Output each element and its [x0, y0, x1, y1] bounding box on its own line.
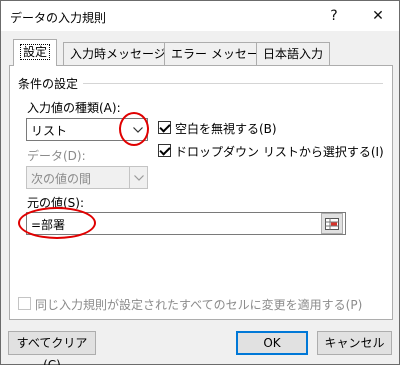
chevron-down-icon[interactable]: [129, 119, 147, 140]
criteria-group-label: 条件の設定: [18, 77, 79, 91]
data-dropdown[interactable]: 次の値の間: [26, 166, 148, 189]
data-value: 次の値の間: [31, 172, 92, 186]
ignore-blank-label: 空白を無視する(B): [175, 122, 277, 136]
tab-settings-label: 設定: [20, 44, 51, 60]
close-icon: ✕: [372, 8, 384, 24]
source-label: 元の値(S):: [27, 196, 85, 210]
title-bar[interactable]: データの入力規則 ? ✕: [1, 1, 399, 31]
tab-input-message[interactable]: 入力時メッセージ: [63, 42, 173, 65]
apply-all-checkbox[interactable]: [18, 297, 31, 310]
data-validation-dialog: データの入力規則 ? ✕ 設定 入力時メッセージ エラー メッセージ 日本語入力…: [0, 0, 400, 365]
group-divider: [83, 83, 383, 84]
ignore-blank-checkbox[interactable]: [158, 121, 171, 134]
apply-all-label: 同じ入力規則が設定されたすべてのセルに変更を適用する(P): [35, 298, 363, 312]
close-button[interactable]: ✕: [358, 1, 398, 31]
help-icon: ?: [330, 8, 338, 24]
cancel-button[interactable]: キャンセル: [317, 331, 392, 355]
allow-label: 入力値の種類(A):: [27, 101, 121, 115]
source-value: =部署: [31, 218, 66, 232]
tab-input-message-label: 入力時メッセージ: [70, 47, 166, 61]
help-button[interactable]: ?: [314, 1, 354, 31]
chevron-down-icon: [129, 167, 147, 188]
source-input[interactable]: =部署: [26, 212, 346, 235]
range-picker-button[interactable]: [321, 213, 343, 234]
in-cell-dropdown-label: ドロップダウン リストから選択する(I): [175, 145, 384, 159]
dialog-title: データの入力規則: [10, 11, 107, 25]
allow-dropdown[interactable]: リスト: [26, 118, 148, 141]
clear-all-button[interactable]: すべてクリア(C): [8, 331, 96, 365]
tab-settings[interactable]: 設定: [13, 39, 58, 66]
data-label: データ(D):: [27, 149, 86, 163]
tab-ime-label: 日本語入力: [263, 47, 324, 61]
in-cell-dropdown-checkbox[interactable]: [158, 144, 171, 157]
ok-button[interactable]: OK: [236, 331, 308, 355]
tab-ime[interactable]: 日本語入力: [256, 42, 331, 65]
allow-value: リスト: [31, 124, 68, 138]
range-picker-icon: [325, 217, 339, 230]
